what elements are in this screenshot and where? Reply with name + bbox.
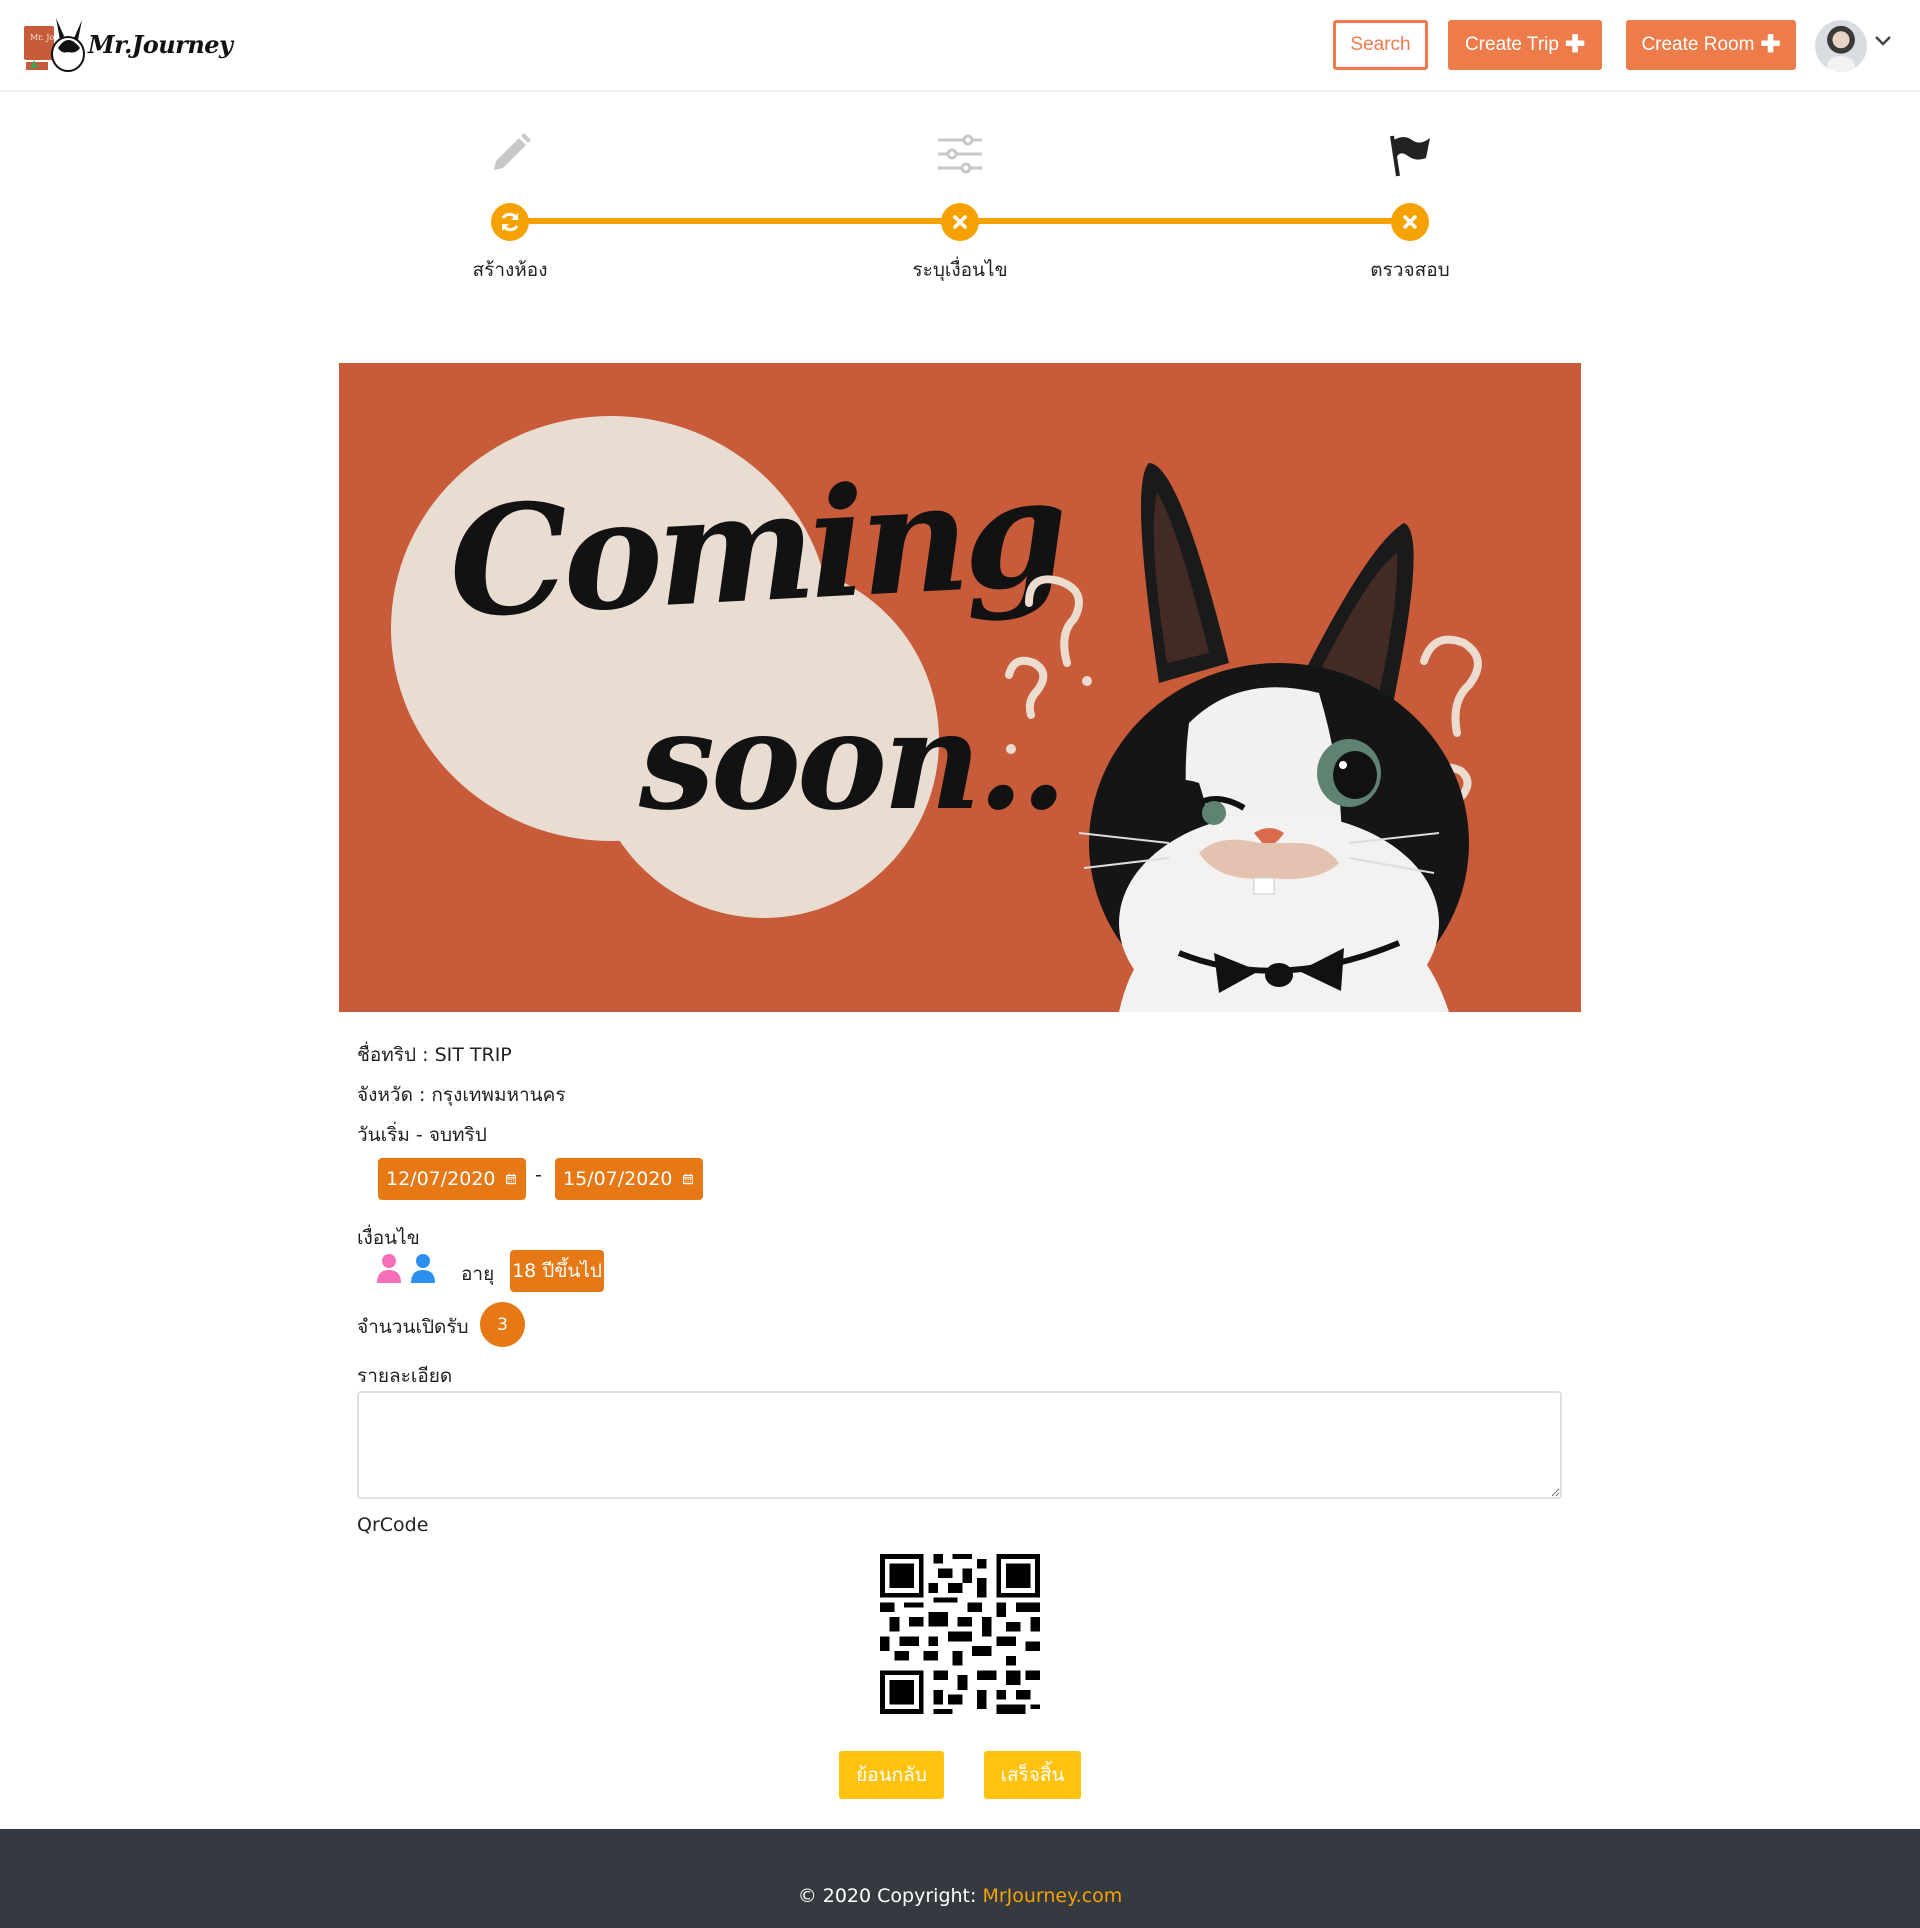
sliders-icon — [938, 134, 982, 174]
copyright-text: © 2020 Copyright: — [797, 1885, 983, 1907]
step-create-room[interactable]: สร้างห้อง — [440, 120, 580, 290]
create-room-button[interactable]: Create Room ✚ — [1626, 20, 1796, 70]
plus-icon: ✚ — [1760, 31, 1781, 58]
footer-text: © 2020 Copyright: MrJourney.com — [0, 1885, 1920, 1907]
bunny-illustration — [1005, 463, 1482, 1012]
capacity-badge: 3 — [480, 1302, 525, 1347]
start-date-value: 12/07/2020 — [386, 1168, 496, 1190]
plus-icon: ✚ — [1564, 31, 1586, 58]
conditions-label: เงื่อนไข — [357, 1227, 420, 1249]
finish-button-label: เสร็จสิ้น — [1000, 1764, 1065, 1786]
create-trip-button[interactable]: Create Trip ✚ — [1448, 20, 1602, 70]
search-button[interactable]: Search — [1333, 20, 1428, 70]
navbar: Mr. Jo Mr.Journey Search Create Trip ✚ C… — [0, 0, 1920, 92]
calendar-icon — [682, 1173, 693, 1185]
step-label: ระบุเงื่อนไข — [912, 259, 1008, 281]
description-textarea[interactable] — [357, 1391, 1562, 1499]
step-label: ตรวจสอบ — [1370, 259, 1450, 281]
step-status — [491, 203, 529, 241]
trip-dates-label: วันเริ่ม - จบทริป — [357, 1124, 487, 1146]
age-label: อายุ — [461, 1263, 495, 1285]
end-date-value: 15/07/2020 — [563, 1168, 673, 1190]
avatar-body — [1827, 56, 1855, 72]
flag-icon — [1390, 135, 1430, 177]
start-date-field[interactable]: 12/07/2020 — [378, 1158, 526, 1200]
step-review[interactable]: ตรวจสอบ — [1340, 120, 1480, 290]
coming-soon-banner: Coming soon.. — [339, 363, 1581, 1012]
age-badge: 18 ปีขึ้นไป — [510, 1250, 604, 1292]
refresh-icon — [501, 212, 519, 232]
footer-site-link[interactable]: MrJourney.com — [982, 1885, 1122, 1907]
finish-button[interactable]: เสร็จสิ้น — [984, 1751, 1081, 1799]
qrcode-label: QrCode — [357, 1514, 429, 1536]
logo-tag-text: Mr. Jo — [30, 33, 54, 42]
create-room-label: Create Room — [1641, 34, 1755, 55]
end-date-field[interactable]: 15/07/2020 — [555, 1158, 703, 1200]
trip-name: ชื่อทริป : SIT TRIP — [357, 1044, 512, 1066]
pencil-icon — [494, 133, 531, 170]
step-status — [1391, 203, 1429, 241]
progress-stepper: สร้างห้อง ระบุเงื่อนไข ตรวจสอบ — [440, 120, 1480, 290]
avatar[interactable] — [1815, 20, 1867, 72]
back-button[interactable]: ย้อนกลับ — [839, 1751, 944, 1799]
create-trip-label: Create Trip — [1464, 34, 1559, 55]
step-conditions[interactable]: ระบุเงื่อนไข — [890, 120, 1030, 290]
search-button-label: Search — [1350, 34, 1411, 55]
close-icon — [953, 215, 967, 229]
calendar-icon — [505, 1173, 516, 1185]
step-status — [941, 203, 979, 241]
chevron-down-icon[interactable] — [1872, 30, 1894, 52]
logo[interactable]: Mr. Jo Mr.Journey — [24, 16, 233, 76]
qr-code — [880, 1554, 1040, 1714]
back-button-label: ย้อนกลับ — [856, 1764, 927, 1786]
footer: © 2020 Copyright: MrJourney.com — [0, 1829, 1920, 1928]
male-icon — [411, 1254, 435, 1283]
logo-text: Mr.Journey — [88, 30, 233, 59]
female-icon — [377, 1254, 401, 1283]
description-label: รายละเอียด — [357, 1365, 453, 1387]
capacity-label: จำนวนเปิดรับ — [357, 1316, 469, 1338]
trip-province: จังหวัด : กรุงเทพมหานคร — [357, 1084, 566, 1106]
close-icon — [1403, 215, 1417, 229]
date-separator: - — [535, 1164, 542, 1186]
step-label: สร้างห้อง — [472, 259, 548, 281]
logo-bunny-icon: Mr. Jo — [24, 18, 85, 72]
